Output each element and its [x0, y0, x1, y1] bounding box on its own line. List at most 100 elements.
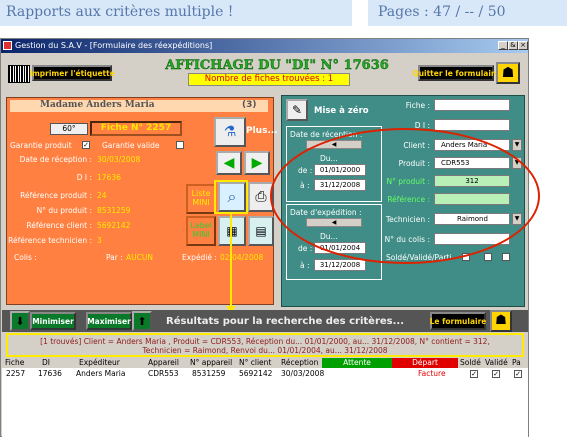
client-dropdown-icon[interactable]: ▼ [512, 139, 522, 151]
col-no-client[interactable]: N° client [239, 358, 271, 367]
label-mini-button[interactable]: Label MINI [186, 216, 216, 246]
reset-icon[interactable]: ✎ [286, 99, 308, 121]
date-reception-value: 30/03/2008 [97, 155, 141, 164]
exp-to-field[interactable]: 31/12/2008 [314, 259, 366, 271]
ref-produit-value: 24 [97, 191, 107, 200]
minimize-window-button[interactable]: _ [498, 41, 508, 50]
fiche-search-label: Fiche : [405, 101, 430, 110]
record-index: (3) [242, 100, 257, 110]
garantie-valide-label: Garantie valide [102, 141, 160, 150]
ref-tech-label: Référence technicien : [8, 236, 92, 245]
col-di[interactable]: DI [42, 358, 50, 367]
temperature-field: 60° [50, 123, 88, 135]
label-print-icon[interactable]: ▤ [248, 216, 274, 246]
window-titlebar: Gestion du S.A.V - [Formulaire des réexp… [1, 39, 528, 53]
flask-plus-icon[interactable]: ⚗ [214, 117, 246, 147]
cell-pa-checkbox[interactable]: ✓ [514, 370, 522, 378]
par-label: Par : [106, 253, 123, 262]
col-pa[interactable]: Pa [512, 358, 521, 367]
col-attente[interactable]: Attente [322, 358, 392, 368]
plus-label[interactable]: Plus... [246, 126, 278, 136]
cell-reception: 30/03/2008 [281, 369, 325, 378]
cell-expediteur: Anders Maria [76, 369, 126, 378]
running-man-icon[interactable]: ☗ [496, 62, 520, 84]
client-name: Madame Anders Maria (3) [10, 100, 268, 112]
col-reception[interactable]: Réception [281, 358, 318, 367]
maximiser-button[interactable]: Maximiser [86, 312, 132, 330]
cell-no-appareil: 8531259 [192, 369, 226, 378]
quit-form-button[interactable]: Quitter le formulaire [412, 65, 500, 81]
valide-checkbox[interactable] [484, 253, 492, 261]
maximize-arrow-icon[interactable]: ⬆ [132, 311, 152, 331]
criteria-summary: [1 trouvés] Client = Anders Maria , Prod… [6, 333, 524, 357]
page-header-right: Pages : 47 / -- / 50 [368, 0, 567, 26]
annotation-arrow [230, 214, 232, 310]
garantie-produit-checkbox[interactable]: ✓ [82, 141, 90, 149]
col-solde[interactable]: Soldé [460, 358, 481, 367]
label-sheet-icon[interactable]: ▦ [218, 216, 246, 246]
form-title: AFFICHAGE DU "DI" N° 17636 [165, 58, 389, 73]
ref-produit-label: Référence produit : [20, 191, 92, 200]
cell-depart: Facture [418, 369, 446, 378]
fiche-number: Fiche N° 2257 [90, 121, 182, 136]
exp-de-label: de : [298, 244, 313, 253]
window-title: Gestion du S.A.V - [Formulaire des réexp… [15, 41, 213, 50]
liste-mini-label[interactable]: Liste MINI [186, 184, 216, 214]
app-window: Gestion du S.A.V - [Formulaire des réexp… [0, 38, 540, 437]
barcode-icon [8, 65, 30, 83]
expedie-label: Expédié : [182, 253, 217, 262]
fiche-search-field[interactable] [434, 99, 510, 111]
col-valide[interactable]: Validé [485, 358, 508, 367]
col-appareil[interactable]: Appareil [148, 358, 179, 367]
cell-di: 17636 [38, 369, 62, 378]
di-search-field[interactable] [434, 119, 510, 131]
table-header: Fiche DI Expéditeur Appareil N° appareil… [2, 358, 528, 368]
next-record-button[interactable]: ▶ [244, 151, 270, 175]
minimize-arrow-icon[interactable]: ⬇ [10, 311, 30, 331]
date-reception-label: Date de réception : [19, 155, 92, 164]
restore-window-button[interactable]: & [508, 41, 518, 50]
client-name-text: Madame Anders Maria [40, 100, 155, 110]
par-value: AUCUN [126, 253, 153, 262]
page-header-left: Rapports aux critères multiple ! [0, 0, 352, 26]
cell-appareil: CDR553 [148, 369, 179, 378]
results-title: Résultats pour la recherche des critères… [166, 316, 405, 327]
garantie-produit-label: Garantie produit [10, 141, 72, 150]
ref-tech-value: 3 [97, 236, 102, 245]
minimiser-button[interactable]: Minimiser [30, 312, 76, 330]
close-window-button[interactable]: × [518, 41, 528, 50]
expedie-value: 02/04/2008 [220, 253, 264, 262]
col-fiche[interactable]: Fiche [5, 358, 24, 367]
col-depart[interactable]: Départ [392, 358, 458, 368]
garantie-valide-checkbox[interactable] [176, 141, 184, 149]
criteria-line-1: [1 trouvés] Client = Anders Maria , Prod… [40, 337, 490, 346]
col-no-appareil[interactable]: N° appareil [190, 358, 232, 367]
formulaire-button[interactable]: Le formulaire [430, 312, 486, 330]
ref-client-label: Référence client : [26, 221, 92, 230]
ref-client-value: 5692142 [97, 221, 131, 230]
di-value: 17636 [97, 173, 121, 182]
record-count: Nombre de fiches trouvées : 1 [188, 73, 350, 86]
formulaire-runner-icon[interactable]: ☗ [490, 310, 512, 332]
table-row[interactable]: 2257 17636 Anders Maria CDR553 8531259 5… [2, 369, 528, 380]
prev-record-button[interactable]: ◀ [216, 151, 242, 175]
exp-a-label: à : [300, 261, 310, 270]
cell-solde-checkbox[interactable]: ✓ [470, 370, 478, 378]
print-label-button[interactable]: Imprimer l'étiquette [29, 65, 115, 81]
cell-valide-checkbox[interactable]: ✓ [492, 370, 500, 378]
criteria-highlight-ellipse [270, 128, 540, 264]
results-table: Fiche DI Expéditeur Appareil N° appareil… [2, 358, 528, 437]
cell-no-client: 5692142 [239, 369, 273, 378]
liste-highlight-box [214, 180, 248, 214]
form-body: Imprimer l'étiquette AFFICHAGE DU "DI" N… [2, 54, 540, 437]
colis-label: Colis : [14, 253, 37, 262]
reset-label[interactable]: Mise à zéro [314, 106, 369, 116]
app-icon [3, 41, 12, 50]
parti-checkbox[interactable] [502, 253, 510, 261]
no-produit-value: 8531259 [97, 206, 131, 215]
di-label: D I : [76, 173, 92, 182]
criteria-line-2: Technicien = Raimond, Renvoi du... 01/01… [142, 346, 388, 355]
no-produit-label: N° du produit : [36, 206, 92, 215]
cell-fiche: 2257 [6, 369, 26, 378]
col-expediteur[interactable]: Expéditeur [79, 358, 120, 367]
